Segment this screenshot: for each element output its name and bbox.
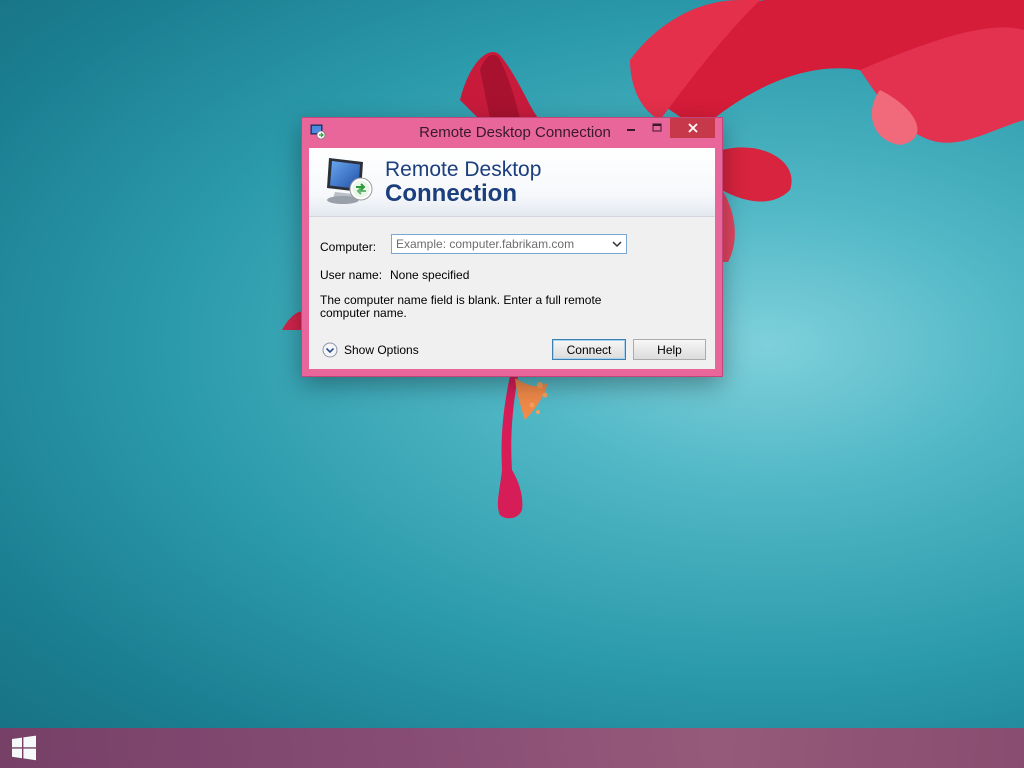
chevron-down-icon[interactable] xyxy=(610,237,624,251)
expand-options-icon[interactable] xyxy=(322,342,338,358)
dialog-client-area: Remote Desktop Connection Computer: User… xyxy=(309,148,715,369)
show-options-toggle[interactable]: Show Options xyxy=(322,342,419,358)
maximize-button[interactable] xyxy=(644,118,670,138)
close-icon xyxy=(687,123,698,133)
title-bar[interactable]: Remote Desktop Connection xyxy=(302,118,722,148)
remote-desktop-window: Remote Desktop Connection Remote Desktop… xyxy=(302,118,722,376)
close-button[interactable] xyxy=(670,118,715,138)
minimize-icon xyxy=(627,129,635,131)
monitor-connection-icon xyxy=(323,154,379,208)
blank-computer-message: The computer name field is blank. Enter … xyxy=(320,293,602,320)
taskbar xyxy=(0,728,1024,768)
computer-input[interactable] xyxy=(392,235,606,253)
start-button[interactable] xyxy=(0,728,48,768)
banner-title-line1: Remote Desktop xyxy=(385,158,542,181)
computer-combobox[interactable] xyxy=(391,234,627,254)
minimize-button[interactable] xyxy=(618,118,644,138)
dialog-banner: Remote Desktop Connection xyxy=(309,148,715,217)
connect-button[interactable]: Connect xyxy=(552,339,626,360)
username-label: User name: xyxy=(320,268,383,282)
help-button[interactable]: Help xyxy=(633,339,706,360)
computer-label: Computer: xyxy=(320,240,377,254)
windows-logo-icon xyxy=(12,735,36,761)
username-value: None specified xyxy=(390,268,470,282)
show-options-label: Show Options xyxy=(344,343,419,357)
maximize-icon xyxy=(652,123,662,132)
banner-title-line2: Connection xyxy=(385,180,517,207)
